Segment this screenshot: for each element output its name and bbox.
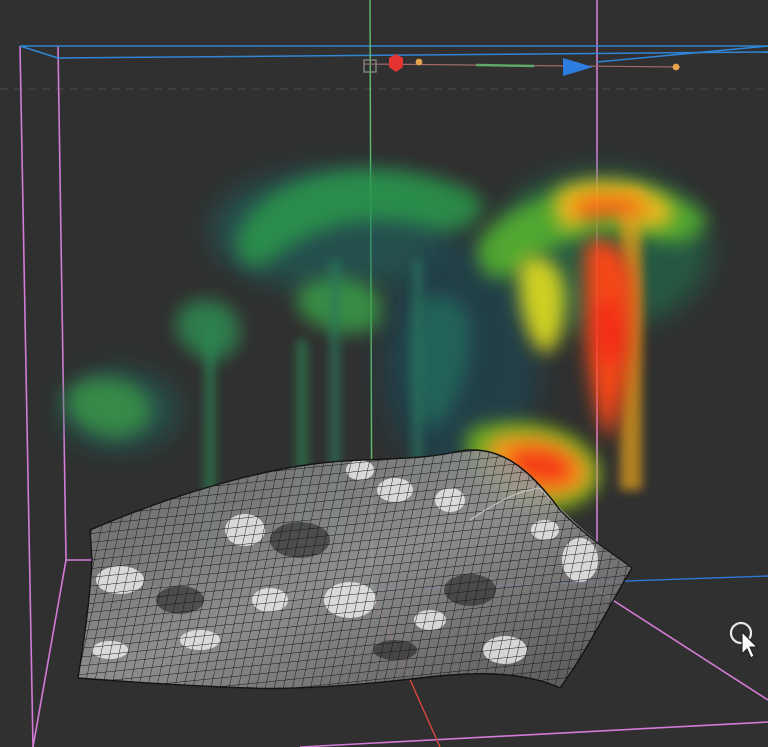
- scene-canvas[interactable]: [0, 0, 768, 747]
- gizmo-point-a: [415, 58, 423, 66]
- light-gizmo[interactable]: [363, 54, 681, 76]
- 3d-viewport[interactable]: [0, 0, 768, 747]
- camera-direction-icon: [563, 58, 593, 76]
- gizmo-point-b: [672, 63, 680, 71]
- light-source-icon: [389, 54, 403, 72]
- rotate-cursor-icon: [728, 620, 762, 660]
